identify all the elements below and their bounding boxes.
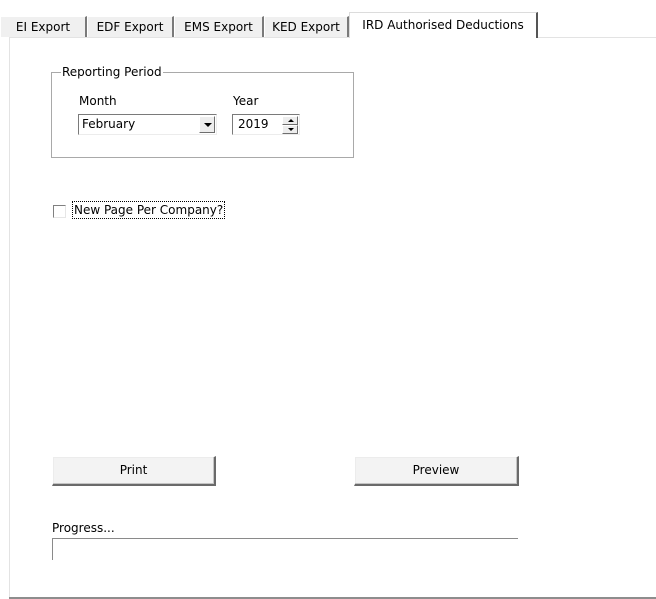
year-spinbox[interactable]: 2019 <box>232 114 300 135</box>
month-label: Month <box>79 94 117 108</box>
chevron-down-icon <box>204 123 212 127</box>
tab-ird-authorised-deductions[interactable]: IRD Authorised Deductions <box>349 12 538 38</box>
month-dropdown[interactable]: February <box>78 114 217 135</box>
arrow-up-icon <box>288 119 294 122</box>
year-spin-down-button[interactable] <box>282 125 298 134</box>
progress-bar <box>52 538 518 560</box>
tab-ked-export[interactable]: KED Export <box>264 16 349 37</box>
reporting-period-label: Reporting Period <box>61 64 163 80</box>
arrow-down-icon <box>288 128 294 131</box>
new-page-per-company-label[interactable]: New Page Per Company? <box>71 201 226 219</box>
preview-button[interactable]: Preview <box>354 456 519 486</box>
tab-edf-export[interactable]: EDF Export <box>87 16 174 37</box>
print-button[interactable]: Print <box>52 456 216 486</box>
year-spinbox-value: 2019 <box>238 117 269 131</box>
year-spin-up-button[interactable] <box>282 116 298 125</box>
month-dropdown-value: February <box>82 117 136 131</box>
tab-strip: EI Export EDF Export EMS Export KED Expo… <box>0 12 656 38</box>
ird-deductions-window: EI Export EDF Export EMS Export KED Expo… <box>0 0 656 599</box>
tab-ei-export[interactable]: EI Export <box>0 16 87 37</box>
year-label: Year <box>233 94 259 108</box>
tab-ems-export[interactable]: EMS Export <box>174 16 264 37</box>
progress-label: Progress... <box>52 521 115 535</box>
month-dropdown-button[interactable] <box>199 116 215 133</box>
new-page-per-company-checkbox[interactable] <box>53 205 66 218</box>
